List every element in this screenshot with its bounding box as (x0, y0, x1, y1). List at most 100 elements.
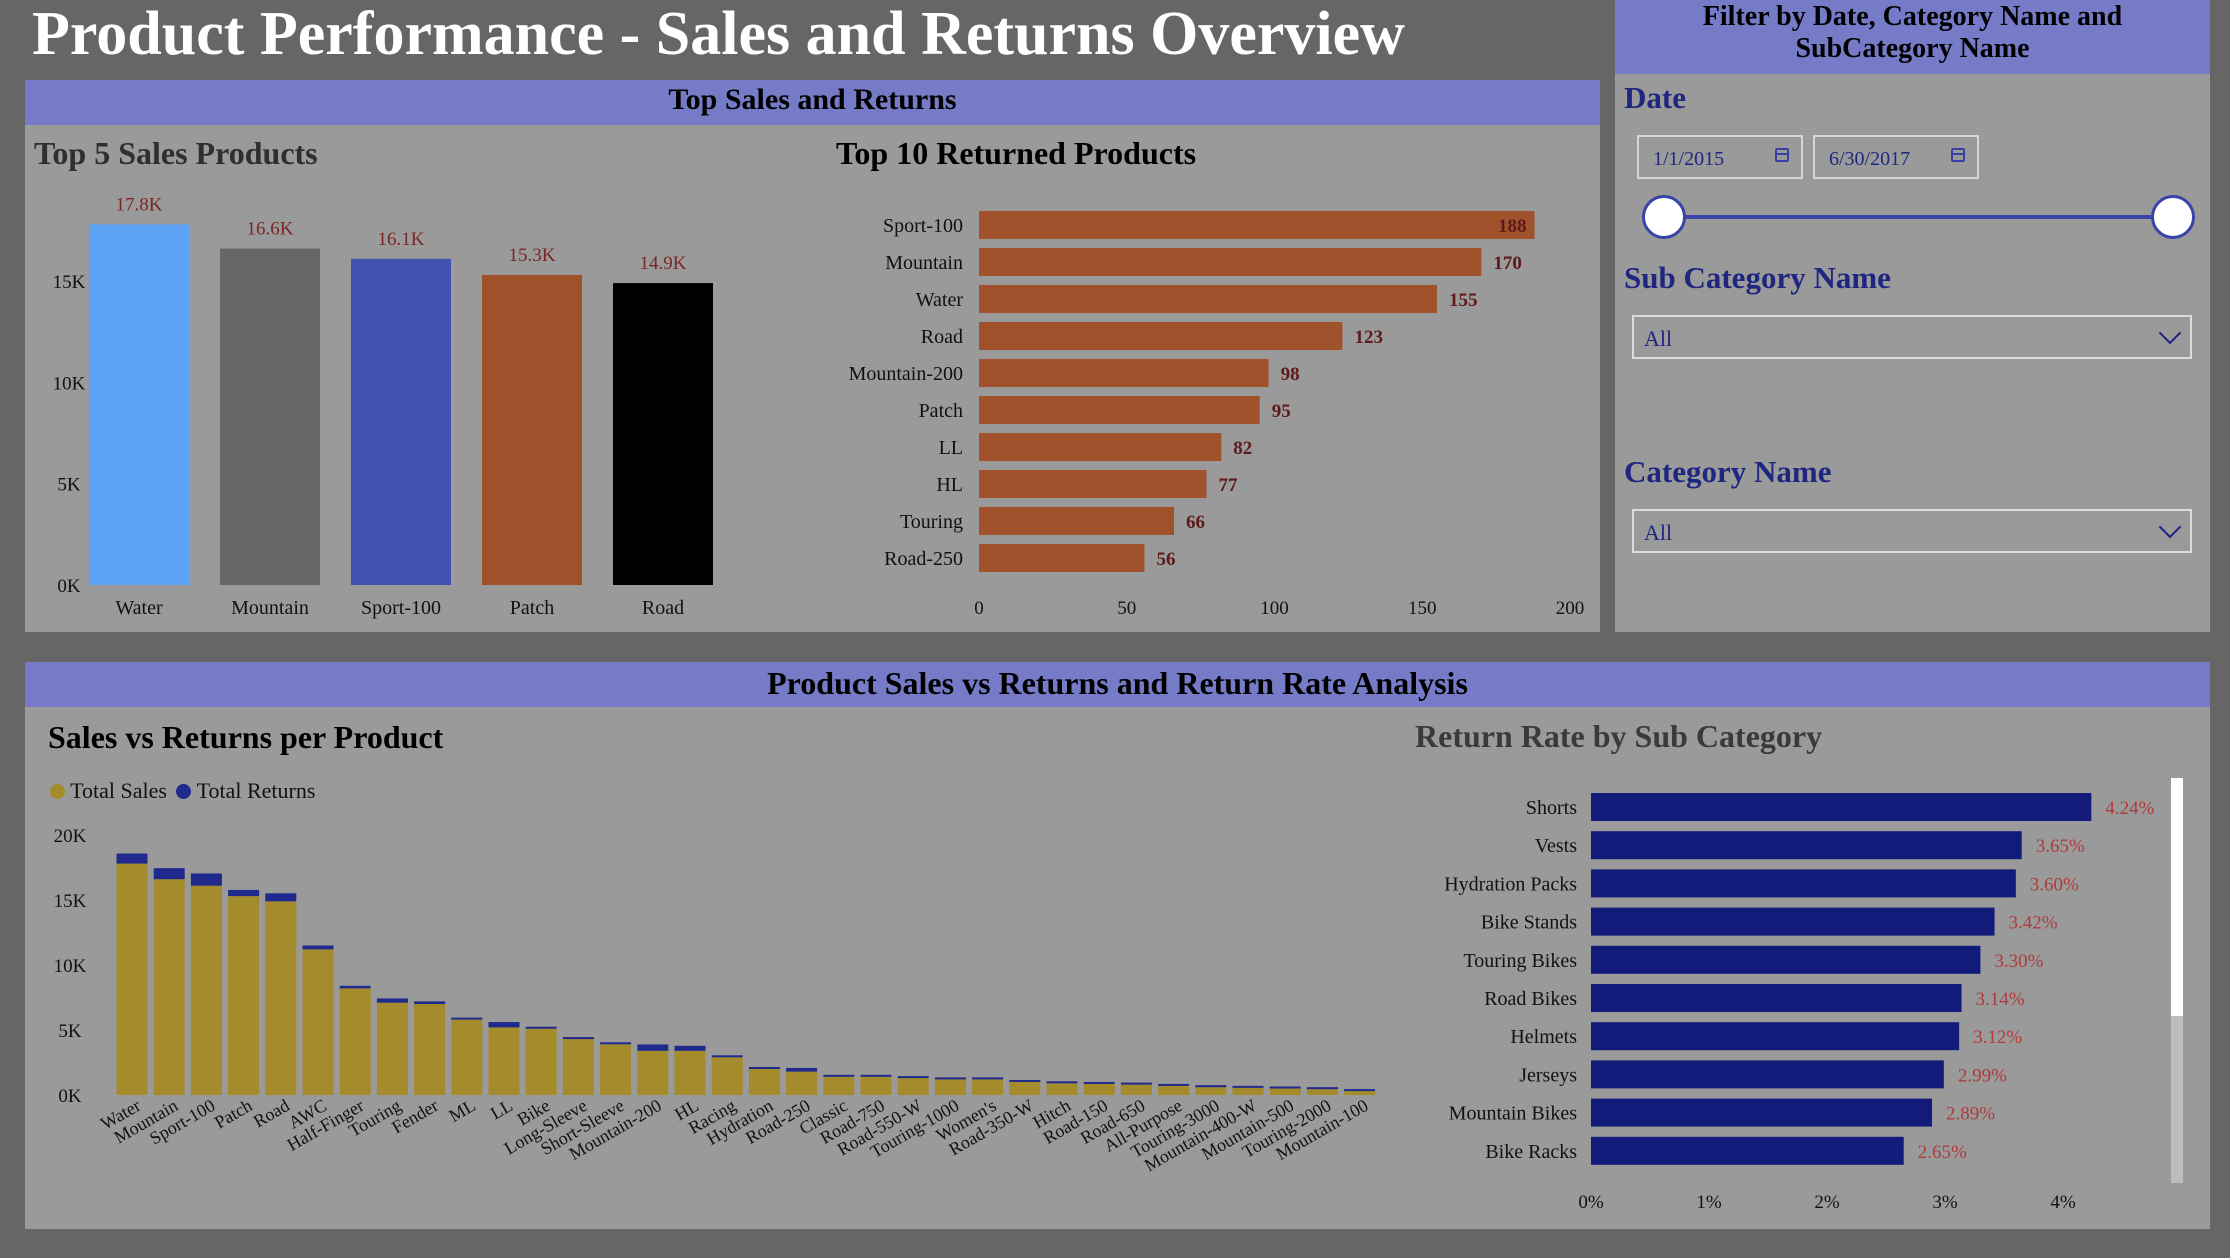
bar (613, 283, 713, 585)
filter-header: Filter by Date, Category Name and SubCat… (1615, 0, 2210, 74)
data-label: 15.3K (509, 245, 556, 266)
legend-label-sales: Total Sales (70, 778, 167, 803)
x-tick-label: 4% (2050, 1192, 2076, 1213)
legend-dot-returns (176, 784, 192, 799)
y-tick-label: 0K (58, 1086, 82, 1107)
date-slider-track[interactable] (1664, 215, 2174, 219)
data-label: 82 (1233, 438, 1252, 459)
bar-total-returns (1269, 1086, 1301, 1089)
bar-total-returns (1344, 1089, 1376, 1092)
category-label: Road Bikes (1484, 988, 1577, 1010)
bar (1591, 1022, 1960, 1051)
bar-total-returns (637, 1044, 669, 1051)
category-label: Jerseys (1519, 1064, 1577, 1086)
bar-total-sales (600, 1044, 632, 1095)
bar-total-returns (339, 985, 371, 989)
subcategory-dropdown[interactable]: All (1632, 315, 2192, 359)
start-date-input[interactable]: 1/1/2015 (1637, 135, 1803, 179)
x-tick-label: 100 (1260, 598, 1289, 619)
bar-total-returns (153, 868, 185, 880)
bar (979, 470, 1207, 498)
bar-total-returns (1046, 1081, 1078, 1084)
category-label: Vests (1535, 835, 1577, 857)
bar-total-sales (116, 863, 148, 1095)
bar-total-sales (786, 1071, 818, 1095)
data-label: 2.65% (1918, 1142, 1967, 1163)
y-tick-label: 10K (54, 956, 87, 977)
bar-total-sales (414, 1004, 446, 1095)
category-label: Mountain (885, 252, 963, 274)
x-tick-label: 150 (1408, 598, 1437, 619)
bar-total-returns (1232, 1085, 1264, 1088)
bar-total-returns (302, 945, 334, 950)
bar (1591, 831, 2022, 860)
category-dropdown[interactable]: All (1632, 509, 2192, 553)
calendar-icon[interactable] (1951, 148, 1965, 162)
bar-total-sales (1306, 1089, 1338, 1095)
x-tick-label: 3% (1932, 1192, 1958, 1213)
data-label: 3.12% (1973, 1027, 2022, 1048)
bar-total-returns (600, 1042, 632, 1045)
bar (1591, 907, 1995, 936)
bar (979, 211, 1535, 239)
bar-total-returns (897, 1076, 929, 1079)
data-label: 188 (1498, 216, 1527, 237)
data-label: 4.24% (2105, 798, 2154, 819)
bar-total-sales (1269, 1088, 1301, 1095)
date-slider-start-handle[interactable] (1642, 195, 1686, 239)
bar-total-returns (1083, 1081, 1115, 1084)
bar-total-returns (451, 1017, 483, 1020)
data-label: 66 (1186, 512, 1205, 533)
bar-total-sales (376, 1002, 408, 1095)
x-tick-label: 200 (1556, 598, 1585, 619)
bar (979, 396, 1260, 424)
category-label: Water (916, 289, 964, 311)
data-label: 16.1K (378, 229, 425, 250)
bar (1591, 945, 1981, 974)
bar (1591, 1098, 1933, 1127)
x-tick-label: Road (642, 597, 684, 619)
x-tick-label: Sport-100 (361, 597, 441, 619)
bar-total-returns (562, 1037, 594, 1040)
data-label: 77 (1219, 475, 1239, 496)
data-label: 3.60% (2030, 874, 2079, 895)
bar-total-sales (674, 1050, 706, 1095)
category-label: LL (939, 437, 963, 459)
chevron-down-icon[interactable] (2158, 515, 2182, 539)
bar-total-returns (674, 1045, 706, 1051)
bar-total-sales (265, 901, 297, 1095)
data-label: 16.6K (247, 219, 294, 240)
bar-total-returns (1009, 1080, 1041, 1082)
bar-total-returns (823, 1074, 855, 1077)
bar-total-sales (860, 1076, 892, 1095)
bar-total-sales (1344, 1091, 1376, 1095)
x-tick-label: 50 (1117, 598, 1136, 619)
calendar-icon[interactable] (1775, 148, 1789, 162)
scrollbar-thumb[interactable] (2171, 778, 2183, 1016)
bar-total-sales (525, 1028, 557, 1095)
bar-total-sales (1195, 1087, 1227, 1095)
x-tick-label: Patch (510, 597, 554, 619)
top10-returned-chart: Sport-100 188 Mountain 170 Water 155 Road 123 Mo… (849, 211, 1585, 619)
bar (1591, 793, 2092, 821)
bar (482, 274, 582, 585)
y-tick-label: 10K (53, 373, 86, 394)
bar (1591, 984, 1962, 1012)
chevron-down-icon[interactable] (2158, 321, 2182, 345)
category-dropdown-value: All (1644, 520, 1673, 545)
end-date-input[interactable]: 6/30/2017 (1813, 135, 1979, 179)
data-label: 2.89% (1946, 1104, 1995, 1125)
bar-total-sales (339, 988, 371, 1095)
bar-total-returns (711, 1055, 743, 1058)
bar-total-sales (1009, 1082, 1041, 1095)
start-date-value: 1/1/2015 (1653, 148, 1725, 170)
x-tick-label: 2% (1814, 1192, 1840, 1213)
date-slider-end-handle[interactable] (2151, 195, 2195, 239)
bar (351, 258, 451, 585)
top5-sales-chart: 0K 5K 10K 15K 17.8K Water 16.6K Mountain 16.1K Sp… (53, 194, 713, 619)
bar-total-returns (786, 1067, 818, 1072)
bar-total-returns (748, 1067, 780, 1069)
sales-vs-returns-chart: 0K5K10K15K20KWaterMountainSport-100Patch… (54, 826, 1376, 1175)
data-label: 17.8K (116, 194, 163, 215)
y-tick-label: 5K (57, 475, 81, 496)
